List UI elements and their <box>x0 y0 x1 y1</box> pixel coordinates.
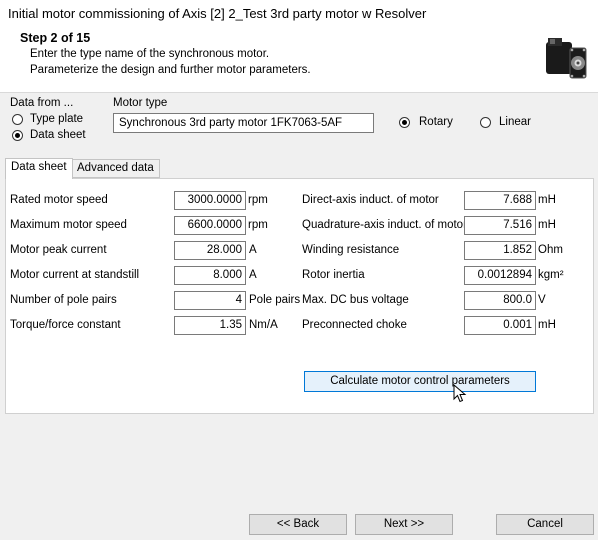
unit-label: kgm² <box>538 269 564 281</box>
param-label: Preconnected choke <box>302 319 407 331</box>
param-label: Number of pole pairs <box>10 294 117 306</box>
pole-pairs-input[interactable]: 4 <box>174 291 246 310</box>
winding-resistance-input[interactable]: 1.852 <box>464 241 536 260</box>
unit-label: mH <box>538 194 556 206</box>
param-label: Winding resistance <box>302 244 400 256</box>
unit-label: rpm <box>248 219 268 231</box>
rotor-inertia-input[interactable]: 0.0012894 <box>464 266 536 285</box>
param-label: Max. DC bus voltage <box>302 294 409 306</box>
unit-label: mH <box>538 319 556 331</box>
servo-motor-icon <box>546 38 587 79</box>
motor-peak-current-input[interactable]: 28.000 <box>174 241 246 260</box>
calculate-motor-control-button[interactable]: Calculate motor control parameters <box>304 371 536 392</box>
rotary-label[interactable]: Rotary <box>419 116 453 128</box>
param-label: Torque/force constant <box>10 319 121 331</box>
radio-type-plate[interactable] <box>12 114 23 125</box>
data-from-label: Data from ... <box>10 97 74 109</box>
param-label: Rotor inertia <box>302 269 365 281</box>
unit-label: Pole pairs <box>249 294 301 306</box>
back-button[interactable]: << Back <box>249 514 347 535</box>
linear-label[interactable]: Linear <box>499 116 531 128</box>
motor-type-label: Motor type <box>113 97 168 109</box>
param-label: Motor peak current <box>10 244 107 256</box>
next-button[interactable]: Next >> <box>355 514 453 535</box>
step-indicator: Step 2 of 15 <box>20 31 91 45</box>
unit-label: V <box>538 294 546 306</box>
radio-rotary[interactable] <box>399 117 410 128</box>
mouse-pointer-icon <box>453 384 467 403</box>
param-label: Rated motor speed <box>10 194 108 206</box>
window-title: Initial motor commissioning of Axis [2] … <box>8 6 427 21</box>
unit-label: Ohm <box>538 244 563 256</box>
unit-label: Nm/A <box>249 319 278 331</box>
radio-data-sheet[interactable] <box>12 130 23 141</box>
param-label: Motor current at standstill <box>10 269 140 281</box>
tab-data-sheet[interactable]: Data sheet <box>5 158 73 179</box>
radio-linear[interactable] <box>480 117 491 128</box>
rated-motor-speed-input[interactable]: 3000.0000 <box>174 191 246 210</box>
unit-label: A <box>249 244 257 256</box>
title-bar: Initial motor commissioning of Axis [2] … <box>0 0 598 28</box>
param-label: Direct-axis induct. of motor <box>302 194 439 206</box>
type-plate-label[interactable]: Type plate <box>30 113 83 125</box>
tab-advanced-data[interactable]: Advanced data <box>71 159 160 178</box>
preconnected-choke-input[interactable]: 0.001 <box>464 316 536 335</box>
unit-label: mH <box>538 219 556 231</box>
param-label: Maximum motor speed <box>10 219 127 231</box>
param-label: Quadrature-axis induct. of motor <box>302 219 467 231</box>
motor-type-input[interactable]: Synchronous 3rd party motor 1FK7063-5AF <box>113 113 374 133</box>
quadrature-axis-inductance-input[interactable]: 7.516 <box>464 216 536 235</box>
unit-label: rpm <box>248 194 268 206</box>
data-sheet-label[interactable]: Data sheet <box>30 129 86 141</box>
instruction-line-1: Enter the type name of the synchronous m… <box>30 48 270 60</box>
max-motor-speed-input[interactable]: 6600.0000 <box>174 216 246 235</box>
cancel-button[interactable]: Cancel <box>496 514 594 535</box>
max-dc-bus-voltage-input[interactable]: 800.0 <box>464 291 536 310</box>
unit-label: A <box>249 269 257 281</box>
instruction-line-2: Parameterize the design and further moto… <box>30 64 311 76</box>
torque-constant-input[interactable]: 1.35 <box>174 316 246 335</box>
direct-axis-inductance-input[interactable]: 7.688 <box>464 191 536 210</box>
motor-current-standstill-input[interactable]: 8.000 <box>174 266 246 285</box>
